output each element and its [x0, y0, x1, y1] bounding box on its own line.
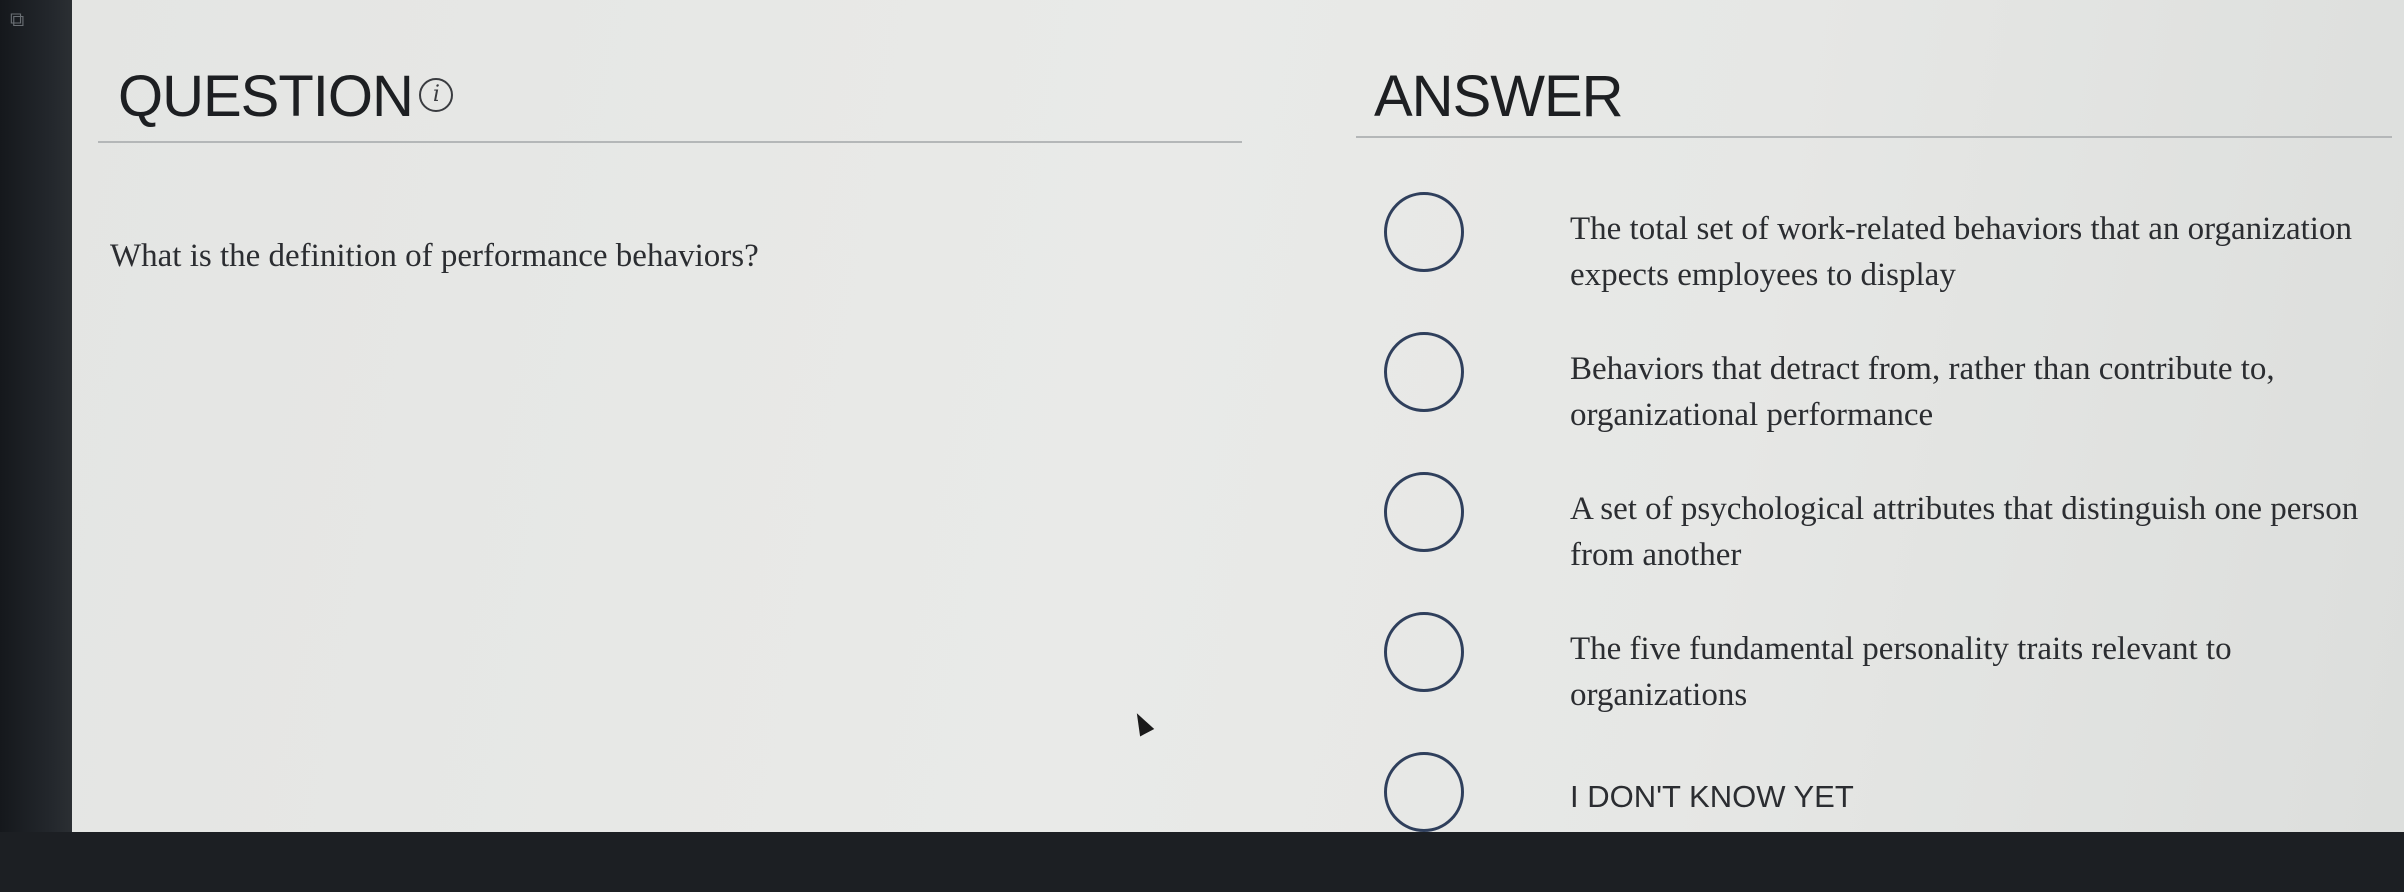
- question-heading: QUESTION i: [118, 68, 453, 126]
- answer-option-label: I DON'T KNOW YET: [1570, 779, 1854, 814]
- answer-option-3[interactable]: A set of psychological attributes that d…: [1384, 472, 2394, 612]
- answer-title: ANSWER: [1374, 64, 1624, 129]
- copy-icon: ⧉: [10, 7, 25, 31]
- answer-option-label: The total set of work-related behaviors …: [1570, 211, 2352, 293]
- device-bezel: ⧉: [0, 0, 72, 832]
- answer-option-2[interactable]: Behaviors that detract from, rather than…: [1384, 332, 2394, 472]
- info-icon[interactable]: i: [418, 77, 453, 112]
- question-text: What is the definition of performance be…: [110, 238, 759, 274]
- answer-option-dont-know[interactable]: I DON'T KNOW YET: [1384, 752, 2394, 892]
- radio-button[interactable]: [1384, 612, 1464, 692]
- mouse-pointer-icon: [1129, 709, 1155, 737]
- answer-option-label: The five fundamental personality traits …: [1570, 631, 2232, 713]
- answer-options: The total set of work-related behaviors …: [1384, 192, 2394, 892]
- radio-button[interactable]: [1384, 472, 1464, 552]
- answer-option-1[interactable]: The total set of work-related behaviors …: [1384, 192, 2394, 332]
- answer-option-label: Behaviors that detract from, rather than…: [1570, 351, 2275, 433]
- answer-option-4[interactable]: The five fundamental personality traits …: [1384, 612, 2394, 752]
- answer-divider: [1356, 136, 2392, 138]
- quiz-screen: QUESTION i What is the definition of perf…: [72, 0, 2404, 832]
- question-title: QUESTION: [118, 64, 414, 129]
- radio-button[interactable]: [1384, 192, 1464, 272]
- radio-button[interactable]: [1384, 752, 1464, 832]
- radio-button[interactable]: [1384, 332, 1464, 412]
- answer-option-label: A set of psychological attributes that d…: [1570, 491, 2359, 573]
- question-divider: [98, 141, 1242, 143]
